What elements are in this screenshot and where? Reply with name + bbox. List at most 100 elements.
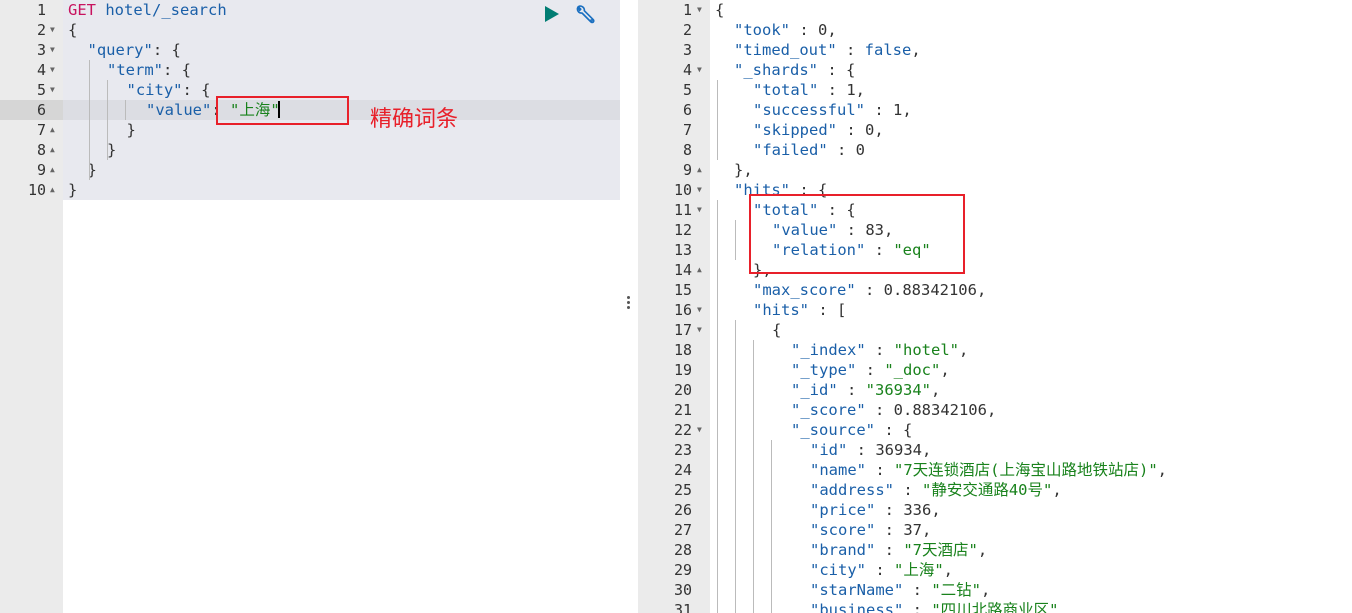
code-token-key: "max_score" bbox=[753, 281, 856, 299]
code-line: 5 "total" : 1, bbox=[638, 80, 1352, 100]
indent-guide bbox=[125, 100, 126, 120]
code-token-punc: : bbox=[864, 101, 893, 119]
code-token-punc: , bbox=[977, 541, 988, 559]
code-token-punc: { bbox=[68, 21, 78, 39]
code-token-punc: , bbox=[911, 41, 921, 59]
code-content: { bbox=[68, 20, 77, 40]
code-line: 26 "price" : 336, bbox=[638, 500, 1352, 520]
code-token-num: 36934 bbox=[875, 441, 922, 459]
line-number: 13 bbox=[673, 241, 692, 259]
code-content: "brand" : "7天酒店", bbox=[810, 540, 987, 560]
code-token-punc: { bbox=[772, 321, 782, 339]
code-line: 8 "failed" : 0 bbox=[638, 140, 1352, 160]
code-token-punc: , bbox=[976, 281, 987, 299]
code-token-key: "address" bbox=[810, 481, 894, 499]
code-line: 4 ▼ "term": { bbox=[0, 60, 620, 80]
fold-toggle-icon[interactable]: ▼ bbox=[50, 20, 55, 40]
code-token-punc: : bbox=[827, 141, 856, 159]
code-token-key: "id" bbox=[810, 441, 848, 459]
fold-toggle-icon[interactable]: ▼ bbox=[697, 200, 702, 220]
code-token-punc: : bbox=[818, 81, 847, 99]
code-line: 16 ▼ "hits" : [ bbox=[638, 300, 1352, 320]
line-number: 17 bbox=[673, 321, 692, 339]
line-number: 14 bbox=[673, 261, 692, 279]
code-content: "timed_out" : false, bbox=[734, 40, 921, 60]
unfold-marker-icon[interactable]: ▲ bbox=[50, 140, 55, 160]
code-content: } bbox=[68, 180, 77, 200]
code-content: "query": { bbox=[88, 40, 181, 60]
unfold-marker-icon[interactable]: ▲ bbox=[50, 160, 55, 180]
code-content: "skipped" : 0, bbox=[753, 120, 884, 140]
code-line: 18 "_index" : "hotel", bbox=[638, 340, 1352, 360]
unfold-marker-icon[interactable]: ▲ bbox=[50, 120, 55, 140]
code-token-punc: : bbox=[837, 381, 866, 399]
code-token-key: "brand" bbox=[810, 541, 876, 559]
code-token-punc: , bbox=[902, 101, 912, 119]
code-content: "failed" : 0 bbox=[753, 140, 865, 160]
fold-toggle-icon[interactable]: ▼ bbox=[697, 60, 702, 80]
code-token-punc: }, bbox=[734, 161, 753, 179]
code-token-num: 0 bbox=[865, 121, 875, 139]
code-token-key: "timed_out" bbox=[734, 41, 837, 59]
line-number: 6 bbox=[36, 101, 46, 119]
code-content: "_type" : "_doc", bbox=[791, 360, 950, 380]
code-content: "city" : "上海", bbox=[810, 560, 953, 580]
code-content: "hits" : [ bbox=[753, 300, 846, 320]
line-number: 4 bbox=[682, 61, 692, 79]
unfold-marker-icon[interactable]: ▲ bbox=[697, 160, 702, 180]
code-token-punc: , bbox=[1157, 461, 1168, 479]
code-content: "_id" : "36934", bbox=[791, 380, 940, 400]
code-line: 23 "id" : 36934, bbox=[638, 440, 1352, 460]
fold-toggle-icon[interactable]: ▼ bbox=[697, 420, 702, 440]
unfold-marker-icon[interactable]: ▲ bbox=[697, 260, 702, 280]
response-editor[interactable]: 1 ▼ {2 "took" : 0, 3 "timed_out" : false, 4 ▼ "_… bbox=[638, 0, 1352, 613]
fold-toggle-icon[interactable]: ▼ bbox=[697, 320, 702, 340]
code-token-punc: , bbox=[1052, 481, 1062, 499]
code-token-key: "_shards" bbox=[734, 61, 818, 79]
fold-toggle-icon[interactable]: ▼ bbox=[50, 60, 55, 80]
indent-guide bbox=[717, 80, 718, 160]
fold-toggle-icon[interactable]: ▼ bbox=[50, 40, 55, 60]
code-token-punc: , bbox=[922, 521, 932, 539]
code-token-str: "_doc" bbox=[884, 361, 941, 379]
code-content: "business" : "四川北路商业区" bbox=[810, 600, 1059, 613]
code-line: 14 ▲}, bbox=[638, 260, 1352, 280]
fold-toggle-icon[interactable]: ▼ bbox=[50, 80, 55, 100]
line-number: 31 bbox=[673, 601, 692, 613]
code-line: 25 "address" : "静安交通路40号", bbox=[638, 480, 1352, 500]
line-number: 21 bbox=[673, 401, 692, 419]
code-content: "_shards" : { bbox=[734, 60, 855, 80]
code-token-key: "value" bbox=[146, 101, 212, 119]
code-token-punc: , bbox=[986, 401, 997, 419]
request-settings-button[interactable] bbox=[573, 4, 597, 26]
code-token-punc: : bbox=[875, 541, 904, 559]
line-number: 24 bbox=[673, 461, 692, 479]
line-number: 20 bbox=[673, 381, 692, 399]
code-token-key: "starName" bbox=[810, 581, 904, 599]
indent-guide bbox=[107, 80, 108, 160]
fold-toggle-icon[interactable]: ▼ bbox=[697, 180, 702, 200]
fold-toggle-icon[interactable]: ▼ bbox=[697, 300, 702, 320]
line-number: 30 bbox=[673, 581, 692, 599]
code-token-punc: : bbox=[866, 461, 894, 479]
code-token-punc: : { bbox=[182, 81, 211, 99]
code-content: } bbox=[127, 120, 136, 140]
code-line: 1 GET hotel/_search bbox=[0, 0, 620, 20]
run-request-button[interactable] bbox=[543, 4, 561, 24]
splitter-drag-handle-icon[interactable] bbox=[627, 296, 631, 312]
code-line: 8 ▲} bbox=[0, 140, 620, 160]
line-number: 5 bbox=[682, 81, 692, 99]
request-editor[interactable]: 1 GET hotel/_search 2 ▼{3 ▼ "query": {4 ▼ "term… bbox=[0, 0, 620, 613]
code-line: 4 ▼ "_shards" : { bbox=[638, 60, 1352, 80]
code-token-str: "hotel" bbox=[893, 341, 959, 359]
code-content: "successful" : 1, bbox=[753, 100, 912, 120]
code-content: "address" : "静安交通路40号", bbox=[810, 480, 1062, 500]
unfold-marker-icon[interactable]: ▲ bbox=[50, 180, 55, 200]
line-number: 2 bbox=[682, 21, 692, 39]
line-number: 8 bbox=[682, 141, 692, 159]
code-token-punc: : bbox=[866, 561, 894, 579]
fold-toggle-icon[interactable]: ▼ bbox=[697, 0, 702, 20]
code-token-key: "hits" bbox=[753, 301, 809, 319]
line-number: 4 bbox=[36, 61, 46, 79]
code-token-num: 1 bbox=[892, 101, 903, 119]
